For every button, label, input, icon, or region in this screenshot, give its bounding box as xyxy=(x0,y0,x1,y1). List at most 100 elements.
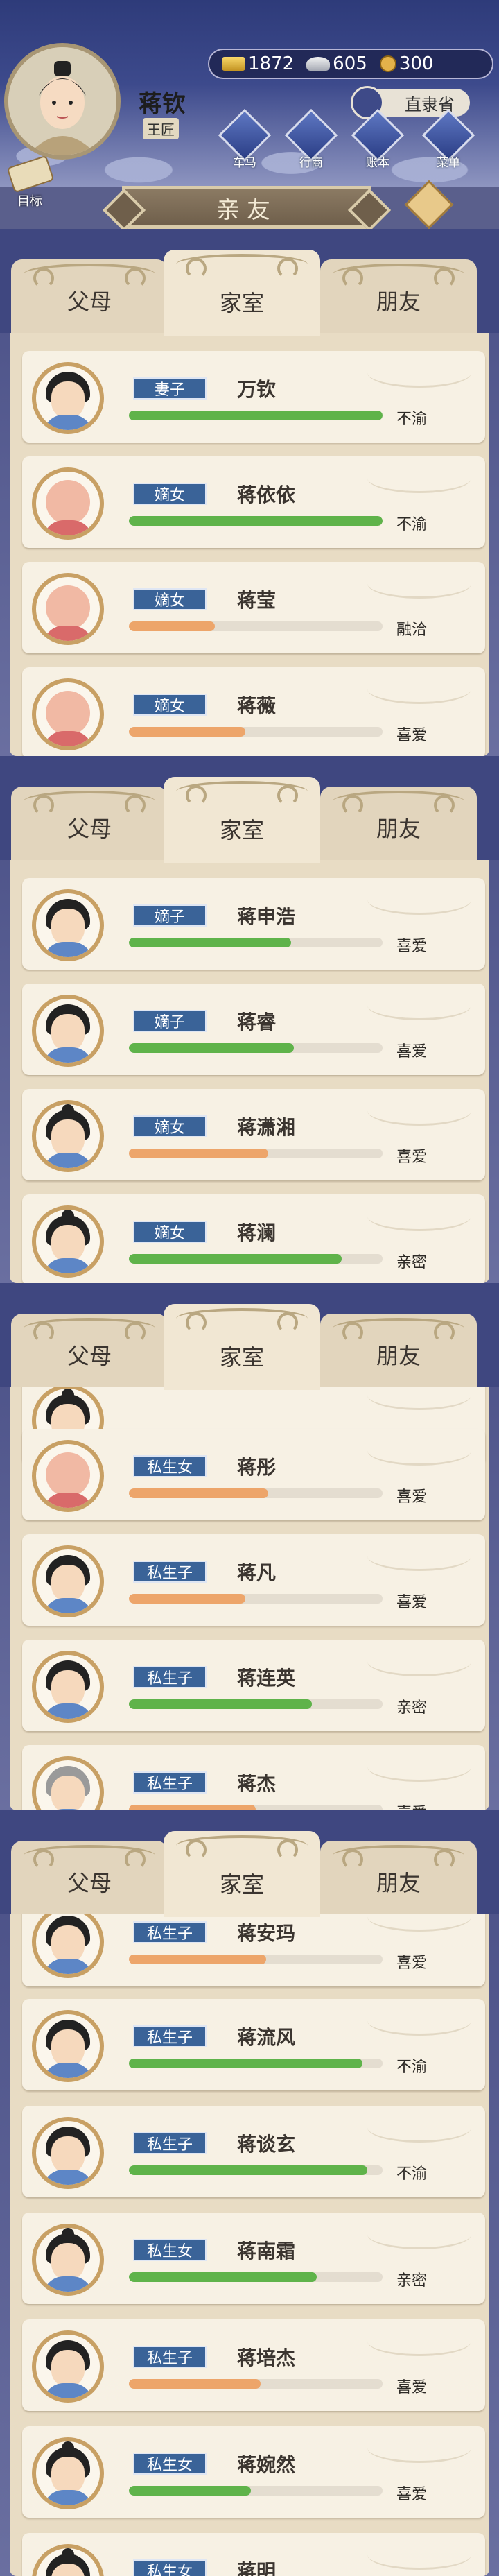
family-member-card[interactable]: 妻子 万钦 不渝 xyxy=(22,351,485,443)
member-portrait[interactable] xyxy=(32,995,104,1067)
swirl-ornament xyxy=(333,791,464,816)
affection-bar xyxy=(129,1043,383,1053)
member-portrait[interactable] xyxy=(32,1205,104,1278)
silver-resource[interactable]: 605 xyxy=(306,53,367,74)
member-portrait[interactable] xyxy=(32,2010,104,2082)
carriage-label: 车马 xyxy=(233,156,256,170)
member-name: 蒋谈玄 xyxy=(237,2133,296,2156)
family-member-card[interactable]: 嫡女 蒋依依 不渝 xyxy=(22,456,485,548)
tab-label: 家室 xyxy=(219,817,264,843)
member-portrait[interactable] xyxy=(32,2224,104,2296)
member-portrait[interactable] xyxy=(32,362,104,434)
tab-household[interactable]: 家室 xyxy=(164,777,320,863)
member-portrait[interactable] xyxy=(32,1651,104,1723)
member-name: 万钦 xyxy=(237,378,277,401)
family-member-card[interactable]: 私生女 蒋婉然 喜爱 xyxy=(22,2426,485,2518)
member-portrait[interactable] xyxy=(32,2117,104,2189)
family-member-card[interactable]: 嫡子 蒋申浩 喜爱 xyxy=(22,878,485,970)
tab-friends[interactable]: 朋友 xyxy=(320,787,477,860)
family-member-card[interactable]: 嫡女 蒋潇湘 喜爱 xyxy=(22,1089,485,1180)
gift-box-icon[interactable] xyxy=(404,180,454,230)
gold-ingot-icon xyxy=(222,57,245,71)
member-portrait[interactable] xyxy=(32,467,104,540)
gold-resource[interactable]: 1872 xyxy=(222,53,294,74)
member-name: 蒋申浩 xyxy=(237,905,296,928)
carriage-button[interactable]: 车马 xyxy=(218,108,272,170)
trade-button[interactable]: 行商 xyxy=(284,108,338,170)
member-portrait[interactable] xyxy=(32,1545,104,1617)
ledger-button[interactable]: 账本 xyxy=(351,108,405,170)
tab-household[interactable]: 家室 xyxy=(164,250,320,336)
member-portrait[interactable] xyxy=(32,1914,104,1978)
affection-bar-fill xyxy=(129,938,292,947)
family-member-card[interactable]: 私生女 蒋南霜 亲密 xyxy=(22,2213,485,2304)
swirl-ornament xyxy=(333,1318,464,1343)
affection-bar-fill xyxy=(129,1149,269,1158)
portrait-frame xyxy=(36,2121,100,2185)
silver-amount: 605 xyxy=(333,53,367,74)
member-portrait[interactable] xyxy=(32,1440,104,1512)
face-body xyxy=(43,1153,93,1168)
family-member-card[interactable]: 私生子 蒋杰喜爱 xyxy=(22,1745,485,1810)
family-member-card[interactable]: 私生子 蒋谈玄 不渝 xyxy=(22,2106,485,2197)
tab-parents[interactable]: 父母 xyxy=(11,259,168,333)
face-body xyxy=(43,2490,93,2505)
member-face-icon xyxy=(36,893,100,957)
affection-level: 喜爱 xyxy=(396,727,428,744)
family-member-card[interactable]: 嫡女 蒋莹 融洽 xyxy=(22,562,485,653)
member-portrait[interactable] xyxy=(32,573,104,645)
member-portrait[interactable] xyxy=(32,2544,104,2576)
player-avatar[interactable] xyxy=(4,43,121,160)
tab-parents[interactable]: 父母 xyxy=(11,1841,168,1914)
tab-household[interactable]: 家室 xyxy=(164,1831,320,1917)
member-face-icon xyxy=(36,1104,100,1168)
tab-parents[interactable]: 父母 xyxy=(11,787,168,860)
family-member-card[interactable]: 嫡女 蒋澜 亲密 xyxy=(22,1194,485,1283)
cloud-decoration xyxy=(367,2006,471,2036)
tab-friends[interactable]: 朋友 xyxy=(320,1841,477,1914)
member-name: 蒋婉然 xyxy=(237,2453,296,2476)
goal-button[interactable]: 目标 xyxy=(6,155,55,214)
member-name: 蒋连英 xyxy=(237,1667,296,1690)
tab-label: 家室 xyxy=(219,1344,264,1371)
family-member-card[interactable]: 私生女 蒋明 xyxy=(22,2533,485,2576)
member-name: 蒋明 xyxy=(237,2560,277,2576)
menu-button[interactable]: 菜单 xyxy=(421,108,475,170)
affection-level: 亲密 xyxy=(396,1254,428,1271)
portrait-frame xyxy=(36,1104,100,1168)
tab-friends[interactable]: 朋友 xyxy=(320,1314,477,1387)
tab-parents[interactable]: 父母 xyxy=(11,1314,168,1387)
relation-badge: 私生女 xyxy=(133,2559,207,2576)
member-portrait[interactable] xyxy=(32,1756,104,1810)
family-member-card[interactable]: 嫡女 蒋薇 喜爱 xyxy=(22,667,485,756)
face-body xyxy=(43,1703,93,1719)
cloud-decoration xyxy=(367,1436,471,1466)
family-member-card[interactable]: 私生子 蒋连英 亲密 xyxy=(22,1640,485,1731)
affection-level: 亲密 xyxy=(396,2272,428,2290)
member-portrait[interactable] xyxy=(32,889,104,961)
tab-label: 朋友 xyxy=(376,1343,421,1369)
affection-bar-fill xyxy=(129,1594,246,1604)
tab-label: 朋友 xyxy=(376,816,421,842)
swirl-ornament xyxy=(176,781,308,806)
family-member-card[interactable]: 私生子 蒋安玛 喜爱 xyxy=(22,1914,485,1986)
coin-resource[interactable]: 300 xyxy=(379,53,433,74)
tab-friends[interactable]: 朋友 xyxy=(320,259,477,333)
member-portrait[interactable] xyxy=(32,1100,104,1172)
family-member-card[interactable]: 私生女 蒋彤 喜爱 xyxy=(22,1429,485,1520)
tab-household[interactable]: 家室 xyxy=(164,1304,320,1390)
cloud-decoration xyxy=(367,1387,471,1410)
member-portrait[interactable] xyxy=(32,2437,104,2509)
family-member-card[interactable]: 私生子 蒋培杰 喜爱 xyxy=(22,2319,485,2411)
family-member-card[interactable]: 私生子 蒋凡 喜爱 xyxy=(22,1534,485,1626)
face-body xyxy=(43,1047,93,1063)
cloud-decoration xyxy=(367,2219,471,2249)
face-head xyxy=(51,1119,85,1157)
family-member-card[interactable]: 嫡子 蒋睿 喜爱 xyxy=(22,984,485,1075)
member-portrait[interactable] xyxy=(32,2330,104,2403)
member-portrait[interactable] xyxy=(32,678,104,750)
swirl-ornament xyxy=(24,1845,155,1870)
cloud-decoration xyxy=(367,1752,471,1782)
family-member-card[interactable]: 私生子 蒋流风 不渝 xyxy=(22,1999,485,2090)
relation-badge: 嫡女 xyxy=(133,483,207,505)
